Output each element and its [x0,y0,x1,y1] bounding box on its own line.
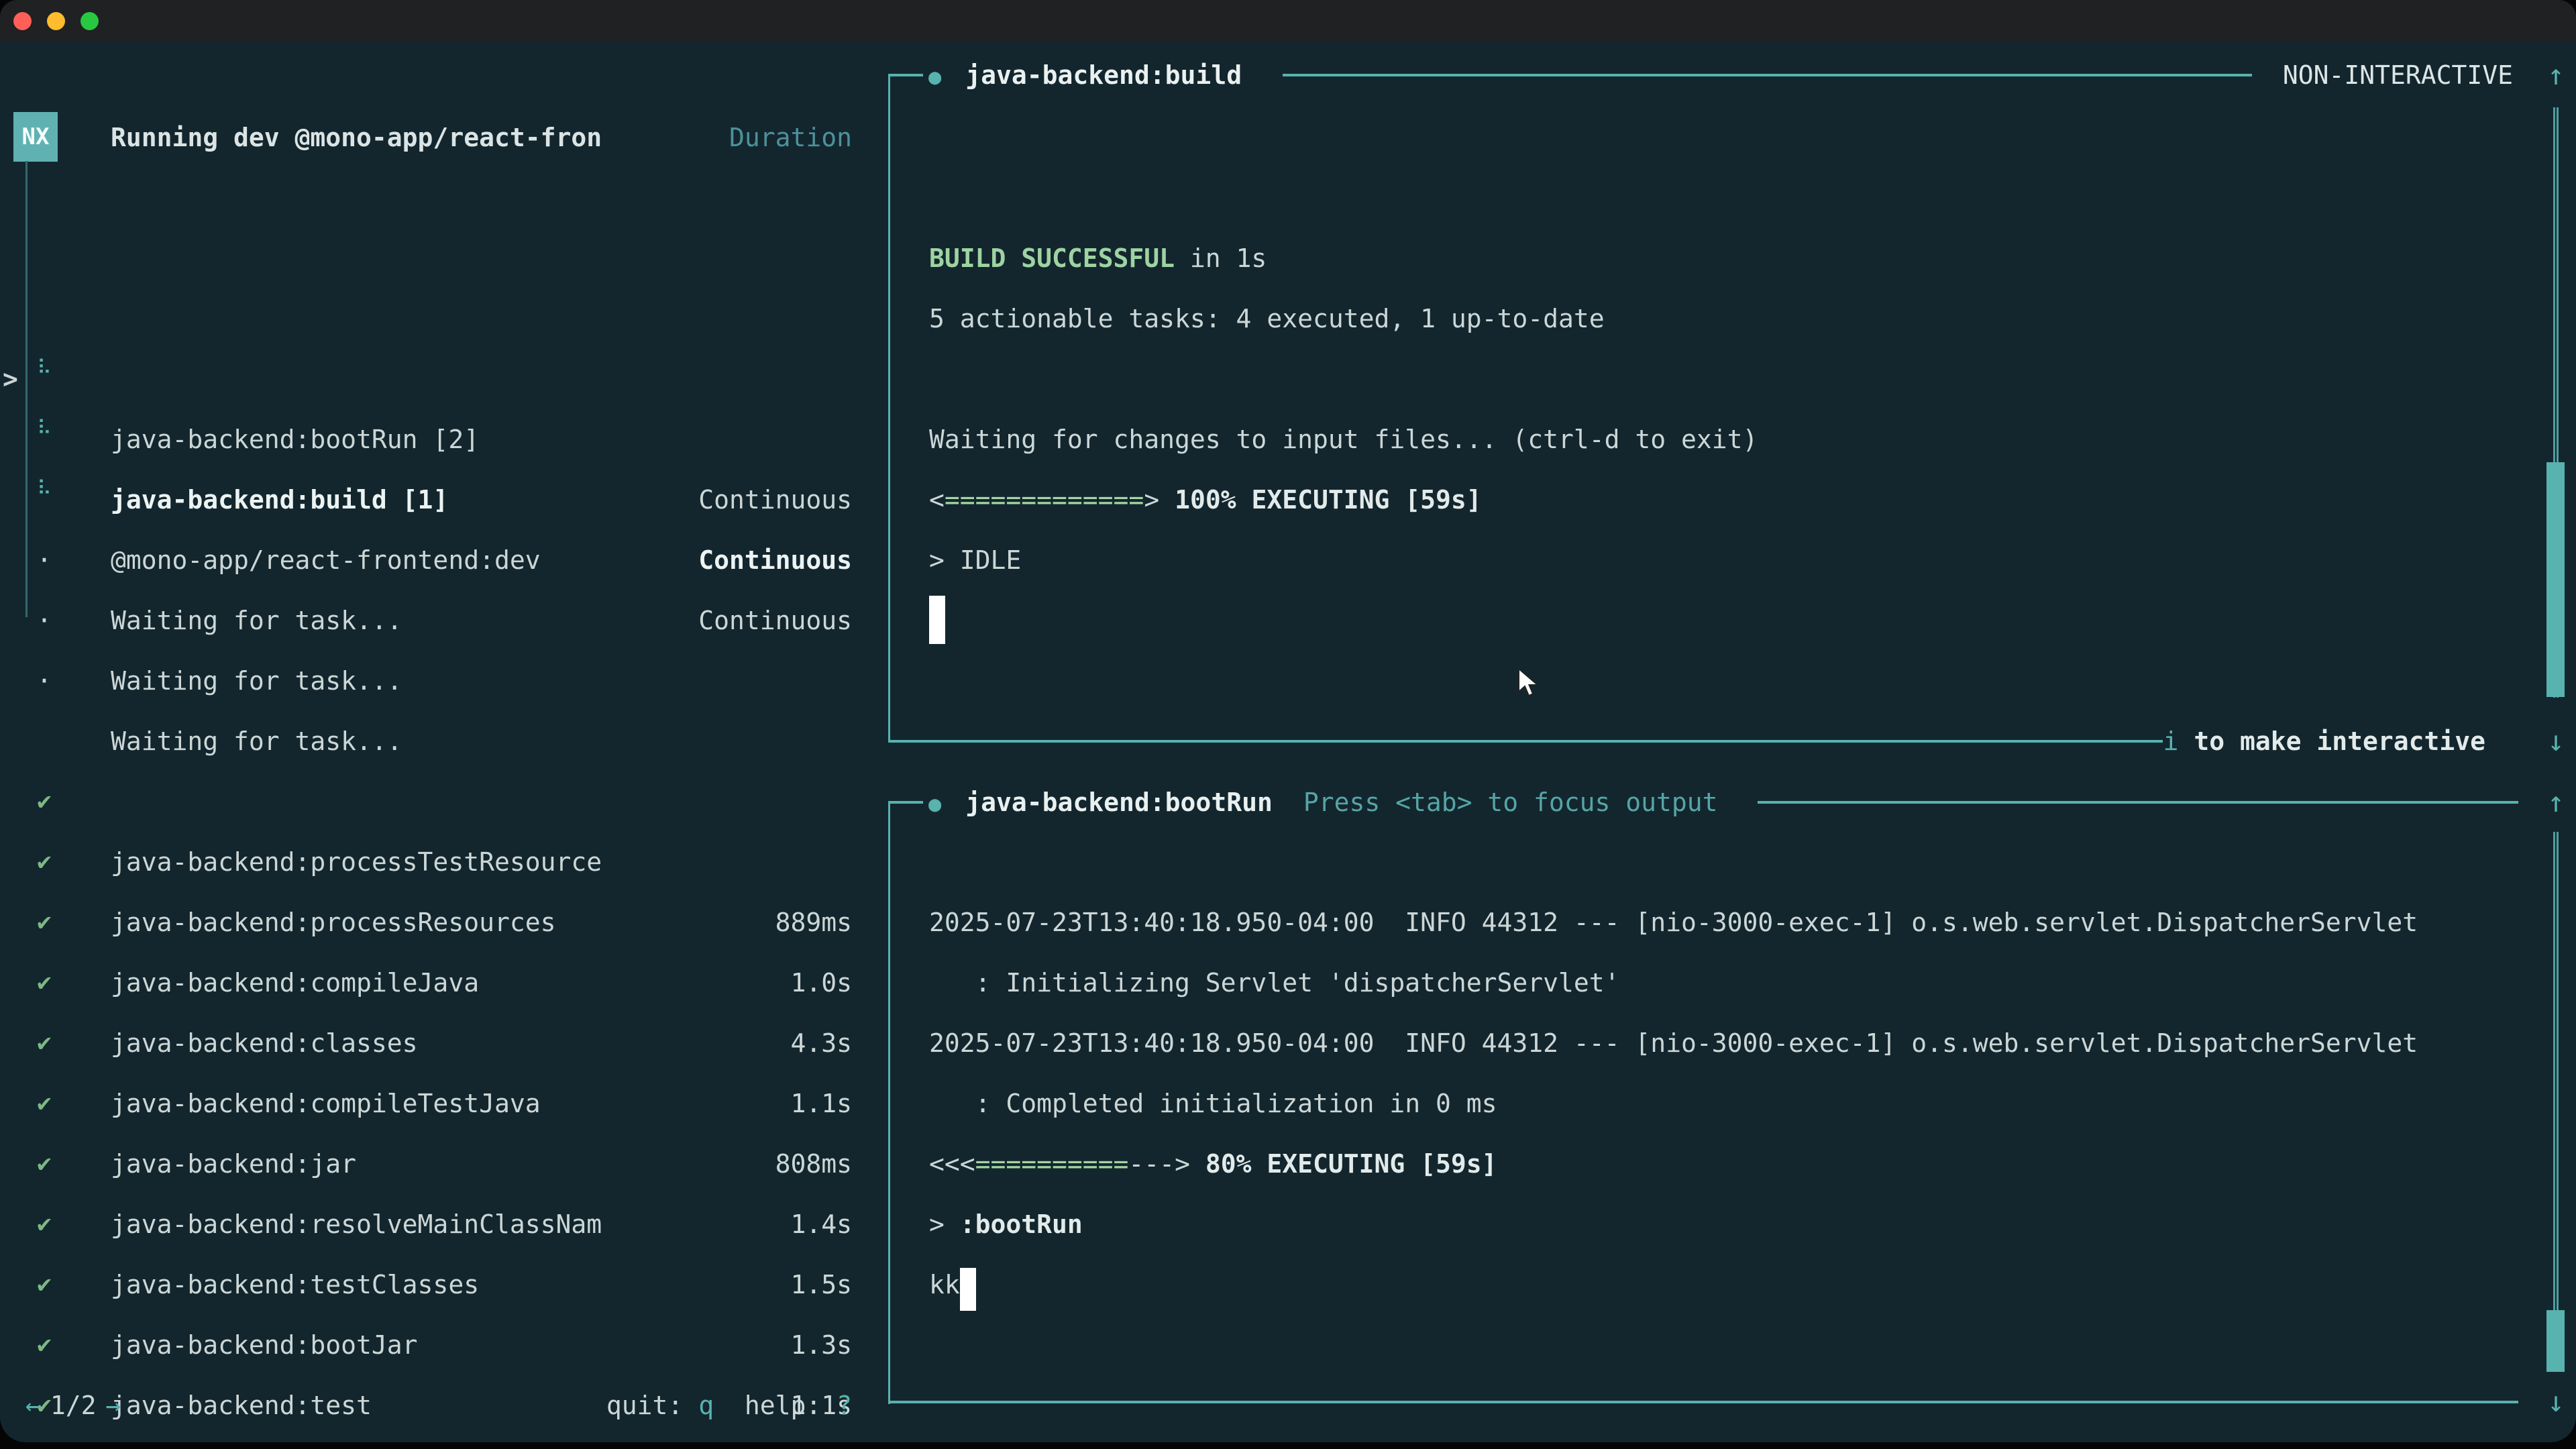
quit-hint-label: quit: [606,1391,698,1420]
task-row[interactable]: ⠧ @mono-app/react-frontend:dev Continuou… [0,349,852,409]
bootrun-scrollbar-thumb[interactable] [2546,1310,2565,1372]
typed-text: kk [929,1270,960,1299]
task-duration: Continuous [698,590,852,651]
task-row[interactable]: ✔ java-backend:jar 1.4s [0,953,852,1013]
build-pane-border-stub [888,74,923,76]
bootrun-input-line[interactable]: kk [929,1254,976,1315]
build-success-line: BUILD SUCCESSFUL in 1s [929,228,1267,288]
task-row[interactable]: ✔ java-backend:test 734ms [0,1194,852,1254]
progress-rest: --- [1128,1149,1175,1179]
build-pane-title: java-backend:build [941,60,1242,90]
task-row[interactable]: > ⠧ java-backend:build [1] Continuous [0,288,852,349]
prompt-command: :bootRun [960,1210,1083,1239]
zoom-button[interactable] [80,12,99,30]
progress-fill: ============= [945,485,1144,515]
help-hint-label: help: [714,1391,837,1420]
bootrun-pane-bottom-rule [888,1401,2518,1403]
bootrun-scroll-up-icon[interactable]: ↑ [2540,772,2572,833]
task-row[interactable]: ✔ java-backend:testClasses 1.3s [0,1073,852,1134]
build-terminal-cursor [929,596,945,644]
task-row[interactable]: · Waiting for task... [0,470,852,530]
help-key: ? [837,1391,852,1420]
task-row[interactable]: · Waiting for task... [0,409,852,470]
task-row[interactable]: ✔ java-backend:compileJava 4.3s [0,771,852,832]
bootrun-pane-header-rule [1758,801,2518,804]
duration-column-header: Duration [0,107,852,168]
bootrun-pane-header: ●java-backend:bootRunPress <tab> to focu… [928,772,1718,833]
quit-key: q [698,1391,714,1420]
task-row[interactable]: ✔ java-backend:assemble 774ms [0,1254,852,1315]
bootrun-pane-border-stub [888,801,923,804]
prompt-caret: > [929,1210,960,1239]
bootrun-prompt-line: > :bootRun [929,1194,1083,1254]
task-row[interactable]: ✔ java-backend:resolveMainClassNam 1.5s [0,1013,852,1073]
build-scroll-down-icon[interactable]: ↓ [2540,711,2572,771]
active-task-list: ⠧ java-backend:bootRun [2] Continuous > … [0,228,852,590]
build-successful-text: BUILD SUCCESSFUL [929,244,1175,273]
build-pane-header: ●java-backend:build [928,45,1242,105]
task-row[interactable]: · Waiting for task... [0,530,852,590]
progress-open: <<< [929,1149,975,1179]
terminal-window: NX Running dev @mono-app/react-fron Dura… [0,0,2576,1442]
focus-output-hint: Press <tab> to focus output [1273,788,1718,817]
log-line: : Completed initialization in 0 ms [929,1073,1497,1134]
log-line: : Initializing Servlet 'dispatcherServle… [929,953,1620,1013]
build-summary-line: 5 actionable tasks: 4 executed, 1 up-to-… [929,288,1605,349]
bootrun-pane-title: java-backend:bootRun [941,788,1273,817]
mouse-pointer-icon [1517,667,1547,700]
task-row[interactable]: ✔ java-backend:bootJar 1.1s [0,1134,852,1194]
build-pane-bottom-rule [888,740,2163,743]
running-dot-icon: ● [928,791,941,816]
interactive-hint-key: i [2163,727,2179,756]
progress-label: 100% EXECUTING [59s] [1159,485,1481,515]
task-row[interactable]: ✔ java-backend:classes 1.1s [0,832,852,892]
build-idle-line: > IDLE [929,530,1021,590]
build-scroll-up-icon[interactable]: ↑ [2540,45,2572,105]
non-interactive-badge: NON-INTERACTIVE [2283,45,2513,105]
progress-fill: ========== [975,1149,1129,1179]
progress-open: < [929,485,945,515]
task-name: java-backend:assemble [111,1436,433,1442]
interactive-hint-text: to make interactive [2178,727,2485,756]
build-time-text: in 1s [1175,244,1267,273]
interactive-hint: i to make interactive [2163,711,2485,771]
build-scrollbar-thumb[interactable] [2546,462,2565,697]
progress-label: 80% EXECUTING [59s] [1190,1149,1497,1179]
task-duration: 734ms [775,1436,852,1442]
task-row[interactable]: ✔ java-backend:compileTestJava 808ms [0,892,852,953]
log-line: 2025-07-23T13:40:18.950-04:00 INFO 44312… [929,1013,2418,1073]
task-name: java-backend:bootJar [111,1315,418,1375]
progress-close: > [1175,1149,1190,1179]
keyboard-hints: quit: q help: ? [0,1375,852,1436]
build-progress-line: <=============> 100% EXECUTING [59s] [929,470,1482,530]
bootrun-scrollbar-track[interactable] [2553,832,2559,1368]
minimize-button[interactable] [47,12,65,30]
build-pane-left-border [888,74,890,743]
build-waiting-line: Waiting for changes to input files... (c… [929,409,1758,470]
running-dot-icon: ● [928,64,941,89]
task-row[interactable]: ✔ java-backend:processResources 1.0s [0,711,852,771]
build-pane-header-rule [1283,74,2252,76]
bootrun-scroll-down-icon[interactable]: ↓ [2540,1372,2572,1432]
task-row[interactable]: ✔ java-backend:processTestResource 889ms [0,651,852,711]
task-name: Waiting for task... [111,590,402,651]
close-button[interactable] [13,12,32,30]
bootrun-progress-line: <<<==========---> 80% EXECUTING [59s] [929,1134,1497,1194]
task-row[interactable]: ⠧ java-backend:bootRun [2] Continuous [0,228,852,288]
bootrun-terminal-cursor [960,1268,976,1311]
completed-task-list: ✔ java-backend:processTestResource 889ms… [0,651,852,1315]
bootrun-pane-left-border [888,802,890,1404]
task-duration: 1.3s [790,1315,852,1375]
screen: NX Running dev @mono-app/react-fron Dura… [0,0,2576,1449]
titlebar [0,0,2576,42]
log-line: 2025-07-23T13:40:18.950-04:00 INFO 44312… [929,892,2418,953]
progress-close: > [1144,485,1159,515]
